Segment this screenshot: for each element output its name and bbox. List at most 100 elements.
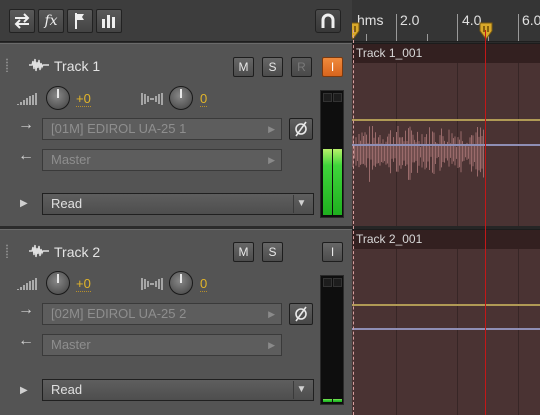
automation-mode-select[interactable]: Read ▼ bbox=[42, 193, 314, 215]
snap-button[interactable] bbox=[315, 9, 341, 33]
ruler-unit: hms bbox=[357, 12, 384, 28]
expand-lanes-icon[interactable]: ▶ bbox=[20, 198, 28, 209]
clip-title[interactable]: Track 2_001 bbox=[352, 230, 540, 249]
marker-flag-icon bbox=[75, 13, 84, 29]
playhead-marker-icon[interactable] bbox=[479, 22, 493, 40]
output-arrow-icon: ← bbox=[18, 147, 34, 164]
chevron-down-icon: ▼ bbox=[293, 381, 309, 399]
clip-indicator-left bbox=[323, 93, 332, 102]
input-monitor-button[interactable]: I bbox=[322, 57, 343, 77]
output-arrow-icon: ← bbox=[18, 332, 34, 349]
pan-value[interactable]: 0 bbox=[200, 92, 208, 107]
chevron-right-icon: ▶ bbox=[268, 309, 275, 319]
volume-value[interactable]: +0 bbox=[76, 277, 91, 292]
ruler-tick bbox=[396, 14, 397, 41]
mute-button[interactable]: M bbox=[233, 57, 254, 77]
track-name[interactable]: Track 1 bbox=[54, 58, 100, 74]
track-drag-handle-icon[interactable] bbox=[5, 58, 9, 72]
pan-icon bbox=[141, 278, 163, 290]
clip-title[interactable]: Track 1_001 bbox=[352, 44, 540, 63]
output-select[interactable]: Master ▶ bbox=[42, 149, 282, 171]
ruler-label-6s: 6.0 bbox=[522, 12, 540, 28]
input-select-value: [01M] EDIROL UA-25 1 bbox=[51, 121, 187, 136]
fx-icon: fx bbox=[44, 13, 58, 29]
phase-invert-button[interactable] bbox=[289, 303, 313, 325]
solo-button[interactable]: S bbox=[262, 242, 283, 262]
waveform-icon bbox=[29, 244, 49, 258]
ruler-tick bbox=[427, 34, 428, 41]
track-drag-handle-icon[interactable] bbox=[5, 244, 9, 258]
swap-arrows-icon bbox=[14, 13, 30, 29]
audio-waveform bbox=[352, 125, 484, 182]
phase-invert-button[interactable] bbox=[289, 118, 313, 140]
volume-envelope-line[interactable] bbox=[352, 119, 540, 121]
grid-line bbox=[518, 249, 519, 415]
ruler-tick bbox=[518, 14, 519, 41]
clip-indicator-right bbox=[333, 278, 342, 287]
meter-bar-right bbox=[333, 149, 342, 215]
chevron-down-icon: ▼ bbox=[293, 195, 309, 213]
input-arrow-icon: → bbox=[18, 116, 34, 133]
loop-start-line bbox=[353, 30, 354, 415]
pan-knob[interactable] bbox=[169, 86, 193, 110]
volume-icon bbox=[17, 93, 37, 105]
clip-indicator-left bbox=[323, 278, 332, 287]
output-select-value: Master bbox=[51, 337, 91, 352]
phase-invert-icon bbox=[295, 121, 307, 137]
mute-button[interactable]: M bbox=[233, 242, 254, 262]
playhead-line[interactable] bbox=[485, 30, 486, 415]
input-select[interactable]: [02M] EDIROL UA-25 2 ▶ bbox=[42, 303, 282, 325]
audio-clip-body[interactable] bbox=[352, 249, 540, 415]
level-meter bbox=[320, 90, 344, 218]
chevron-right-icon: ▶ bbox=[268, 124, 275, 134]
output-select-value: Master bbox=[51, 152, 91, 167]
solo-button[interactable]: S bbox=[262, 57, 283, 77]
pan-value[interactable]: 0 bbox=[200, 277, 208, 292]
meter-bar-right bbox=[333, 399, 342, 402]
input-arrow-icon: → bbox=[18, 301, 34, 318]
bar-chart-button[interactable] bbox=[96, 9, 122, 33]
chevron-right-icon: ▶ bbox=[268, 155, 275, 165]
record-arm-button[interactable]: R bbox=[291, 57, 312, 77]
pan-knob[interactable] bbox=[169, 271, 193, 295]
clip-indicator-right bbox=[333, 93, 342, 102]
timeline-ruler[interactable]: hms 2.0 4.0 6.0 bbox=[352, 0, 540, 42]
marker-flag-button[interactable] bbox=[67, 9, 93, 33]
grid-line bbox=[457, 249, 458, 415]
track-name[interactable]: Track 2 bbox=[54, 244, 100, 260]
volume-icon bbox=[17, 278, 37, 290]
waveform-icon bbox=[29, 58, 49, 72]
pan-icon bbox=[141, 93, 163, 105]
chevron-right-icon: ▶ bbox=[268, 340, 275, 350]
expand-lanes-icon[interactable]: ▶ bbox=[20, 385, 28, 396]
ruler-tick bbox=[457, 14, 458, 41]
track-lane-1[interactable]: Track 1_001 bbox=[352, 43, 540, 226]
ruler-label-2s: 2.0 bbox=[400, 12, 420, 28]
track-header-1: Track 1 M S R I +0 0 → [01M] EDIROL UA-2… bbox=[0, 43, 352, 226]
swap-arrows-button[interactable] bbox=[9, 9, 35, 33]
magnet-icon bbox=[321, 13, 335, 28]
meter-bar-left bbox=[323, 399, 332, 402]
automation-mode-value: Read bbox=[51, 382, 83, 397]
level-meter bbox=[320, 275, 344, 405]
multitrack-toolbar: fx bbox=[0, 0, 352, 42]
input-monitor-button[interactable]: I bbox=[322, 242, 343, 262]
automation-mode-select[interactable]: Read ▼ bbox=[42, 379, 314, 401]
pan-envelope-line[interactable] bbox=[352, 144, 540, 146]
phase-invert-icon bbox=[295, 306, 307, 322]
ruler-tick bbox=[366, 34, 367, 41]
pan-envelope-line[interactable] bbox=[352, 328, 540, 330]
volume-value[interactable]: +0 bbox=[76, 92, 91, 107]
track-header-2: Track 2 M S I +0 0 → [02M] EDIROL UA-25 … bbox=[0, 229, 352, 415]
bar-chart-icon bbox=[102, 15, 115, 28]
fx-button[interactable]: fx bbox=[38, 9, 64, 33]
audio-clip-body[interactable] bbox=[352, 63, 540, 226]
input-select-value: [02M] EDIROL UA-25 2 bbox=[51, 306, 187, 321]
track-lane-2[interactable]: Track 2_001 bbox=[352, 229, 540, 415]
input-select[interactable]: [01M] EDIROL UA-25 1 ▶ bbox=[42, 118, 282, 140]
grid-line bbox=[396, 249, 397, 415]
volume-knob[interactable] bbox=[46, 86, 70, 110]
volume-knob[interactable] bbox=[46, 271, 70, 295]
volume-envelope-line[interactable] bbox=[352, 304, 540, 306]
output-select[interactable]: Master ▶ bbox=[42, 334, 282, 356]
